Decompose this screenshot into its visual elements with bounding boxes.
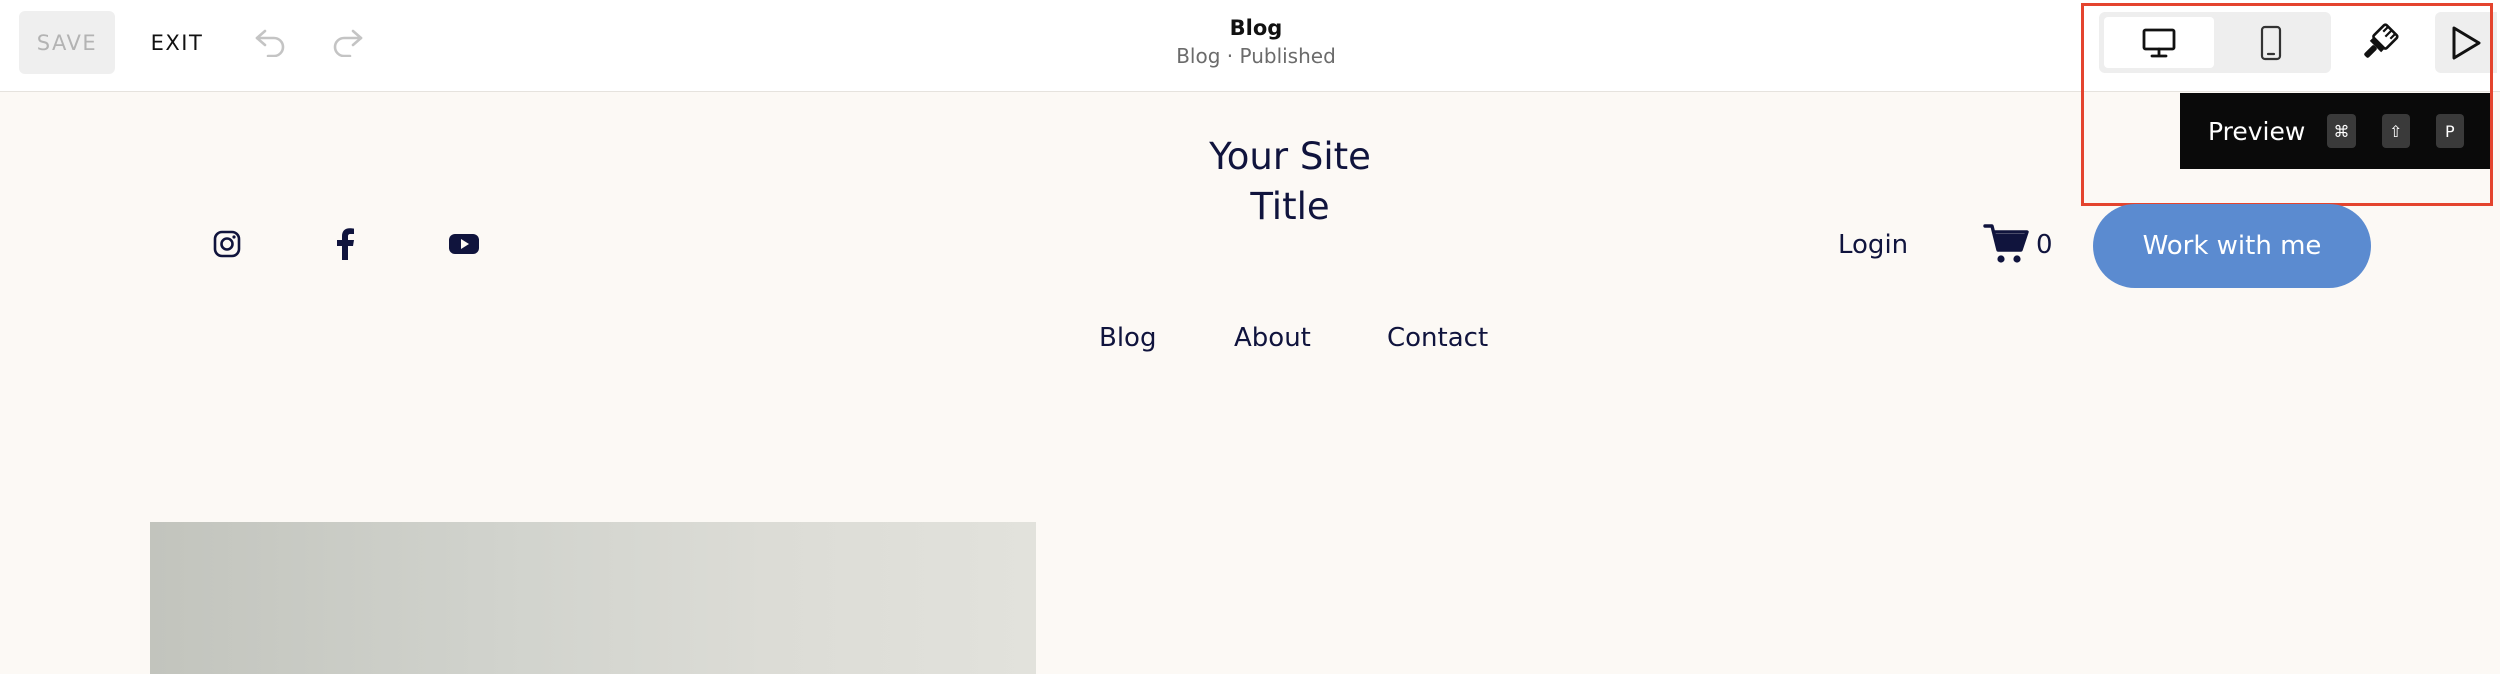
work-with-me-button[interactable]: Work with me xyxy=(2093,204,2371,288)
cart-count: 0 xyxy=(2036,230,2053,260)
youtube-icon xyxy=(449,234,479,254)
p-key: P xyxy=(2435,114,2464,148)
site-title[interactable]: Your Site Title xyxy=(1090,132,1490,232)
editor-toolbar: SAVE EXIT Blog Blog · Published xyxy=(0,0,2500,92)
site-styles-button[interactable] xyxy=(2352,18,2406,68)
cart-button[interactable] xyxy=(1983,222,2031,266)
desktop-icon xyxy=(2142,28,2176,57)
youtube-link[interactable] xyxy=(446,226,482,262)
preview-button[interactable] xyxy=(2435,12,2497,73)
save-button[interactable]: SAVE xyxy=(19,11,115,74)
command-key: ⌘ xyxy=(2327,114,2356,148)
instagram-link[interactable] xyxy=(209,226,245,262)
site-title-line-1: Your Site xyxy=(1209,135,1371,178)
desktop-view-button[interactable] xyxy=(2104,17,2214,68)
mobile-icon xyxy=(2260,25,2282,60)
undo-button[interactable] xyxy=(251,22,291,62)
play-icon xyxy=(2452,26,2481,59)
nav-item-blog[interactable]: Blog xyxy=(1099,323,1156,353)
shift-key: ⇧ xyxy=(2381,114,2410,148)
page-title: Blog xyxy=(1229,16,1283,40)
redo-button[interactable] xyxy=(327,22,367,62)
instagram-icon xyxy=(213,230,241,258)
nav-item-about[interactable]: About xyxy=(1234,323,1311,353)
mobile-view-button[interactable] xyxy=(2216,17,2326,68)
cart-icon xyxy=(1983,224,2029,263)
paintbrush-icon xyxy=(2364,23,2399,58)
redo-icon xyxy=(333,29,363,57)
blog-post-image[interactable] xyxy=(150,522,1036,674)
page-title-block: Blog Blog · Published xyxy=(1000,14,1512,70)
facebook-link[interactable] xyxy=(327,226,363,262)
site-title-line-2: Title xyxy=(1250,185,1330,228)
exit-button[interactable]: EXIT xyxy=(146,11,208,74)
login-link[interactable]: Login xyxy=(1838,230,1908,260)
facebook-icon xyxy=(337,228,354,260)
device-toggle xyxy=(2099,12,2331,73)
preview-tooltip: Preview ⌘ ⇧ P xyxy=(2180,93,2490,169)
nav-item-contact[interactable]: Contact xyxy=(1387,323,1488,353)
undo-icon xyxy=(255,29,285,57)
tooltip-label: Preview xyxy=(2208,116,2306,146)
page-status: Blog · Published xyxy=(1176,44,1336,68)
